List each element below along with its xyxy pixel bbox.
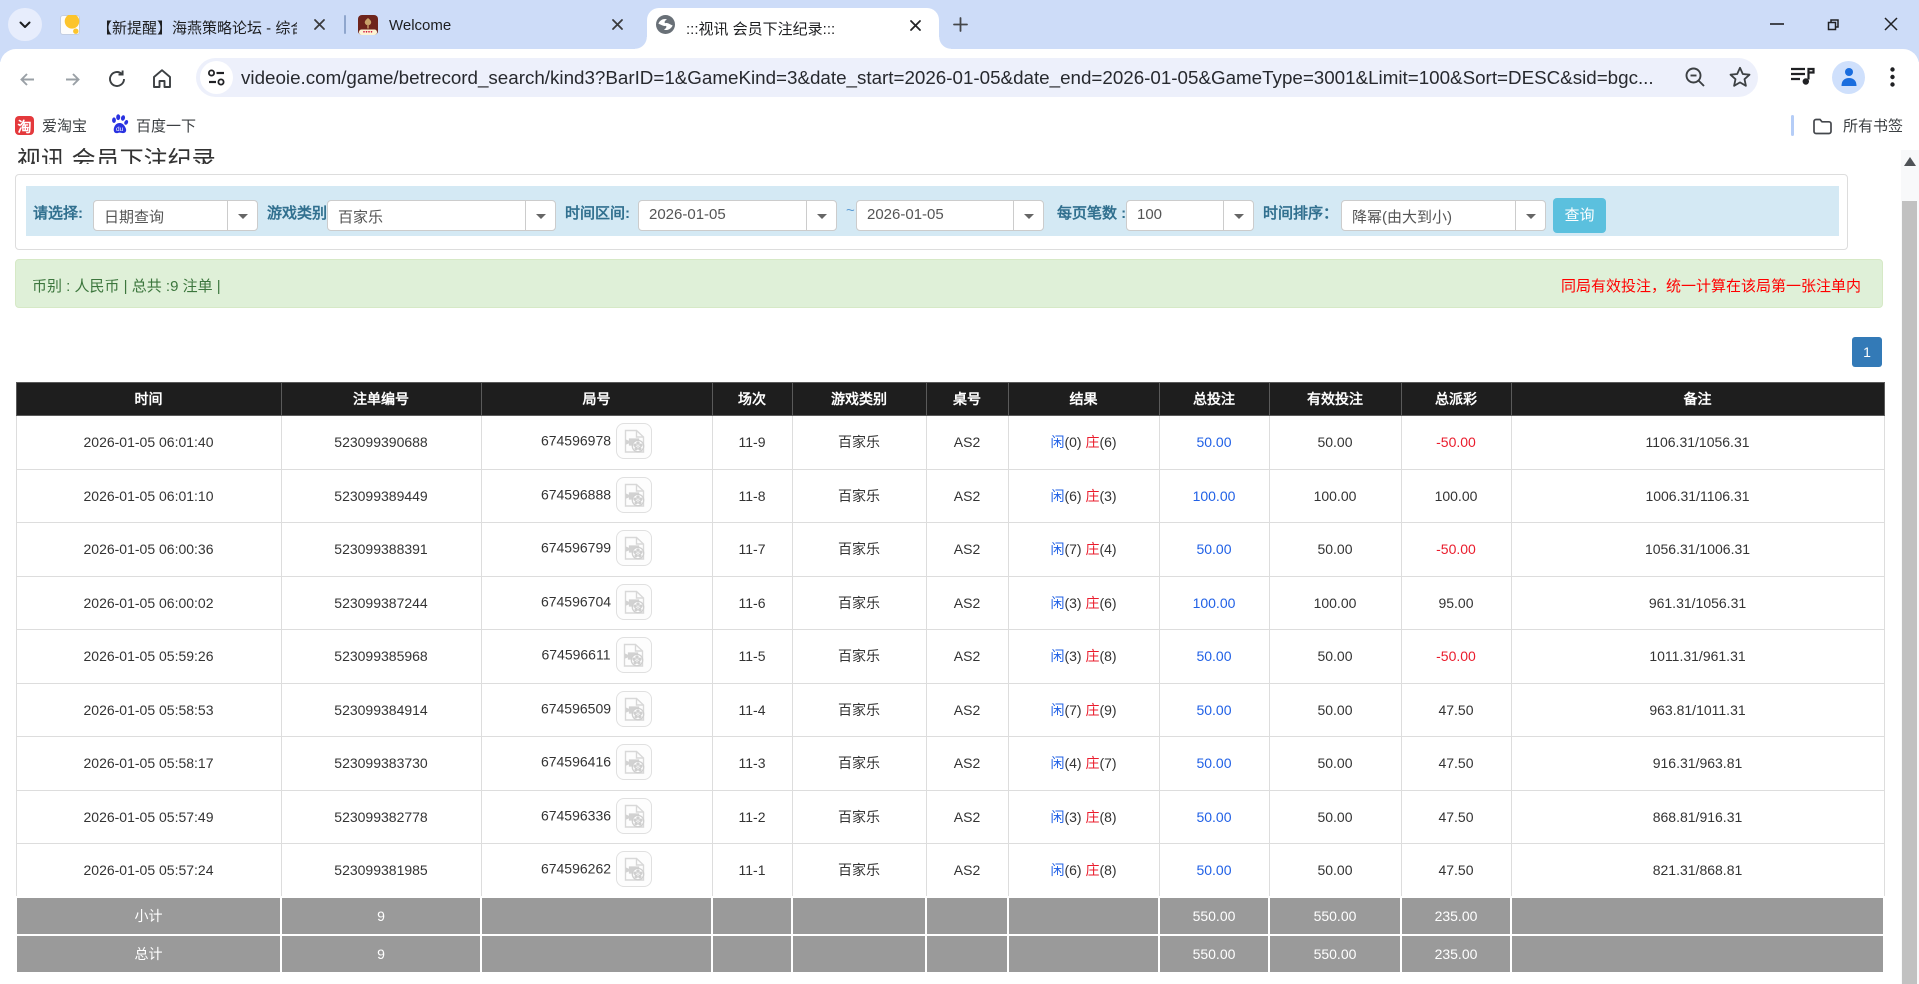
svg-text:du: du — [116, 126, 124, 133]
